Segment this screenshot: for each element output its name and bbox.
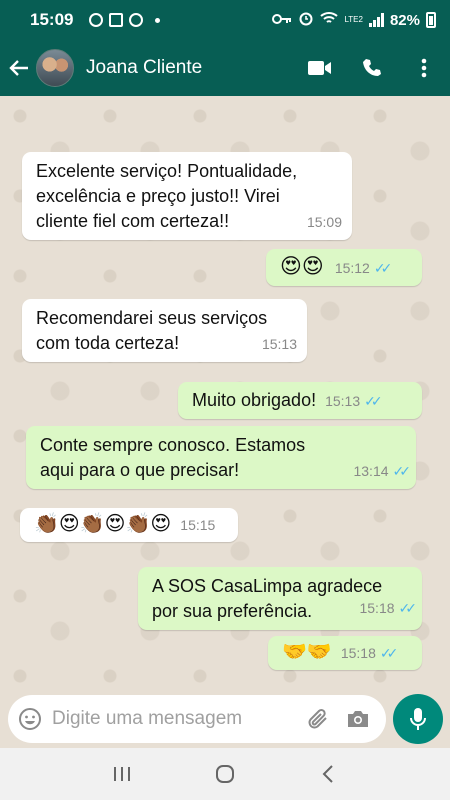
message-text: Conte sempre conosco. Estamos aqui para … bbox=[40, 435, 306, 480]
key-icon bbox=[272, 12, 292, 29]
back-icon bbox=[322, 765, 334, 783]
menu-button[interactable] bbox=[398, 40, 450, 96]
chat-header: Joana Cliente bbox=[0, 40, 450, 96]
wifi-icon bbox=[320, 11, 339, 29]
message-time: 13:14 ✓✓ bbox=[353, 463, 412, 479]
recents-icon bbox=[113, 767, 130, 781]
recents-button[interactable] bbox=[102, 754, 142, 794]
home-icon bbox=[215, 765, 234, 783]
phone-icon bbox=[363, 59, 381, 76]
nav-back-button[interactable] bbox=[308, 754, 348, 794]
voice-call-button[interactable] bbox=[346, 40, 398, 96]
read-ticks-icon: ✓✓ bbox=[398, 600, 418, 616]
home-button[interactable] bbox=[205, 754, 245, 794]
arrow-left-icon bbox=[9, 60, 28, 76]
read-ticks-icon: ✓✓ bbox=[379, 645, 399, 661]
message-text: 👏🏾😍👏🏾😍👏🏾😍 bbox=[34, 513, 172, 535]
message-bubble-incoming[interactable]: Excelente serviço! Pontualidade, excelên… bbox=[22, 152, 352, 240]
read-ticks-icon: ✓✓ bbox=[364, 393, 383, 409]
paperclip-icon bbox=[308, 709, 327, 729]
status-left: 15:09 bbox=[30, 10, 161, 30]
battery-icon bbox=[426, 12, 436, 28]
message-time: 15:18 ✓✓ bbox=[359, 600, 418, 616]
message-time: 15:18 ✓✓ bbox=[340, 645, 399, 661]
message-time: 15:09 bbox=[306, 214, 342, 230]
chat-area[interactable]: Excelente serviço! Pontualidade, excelên… bbox=[0, 96, 450, 690]
message-bubble-outgoing[interactable]: 😍😍 15:12 ✓✓ bbox=[266, 249, 422, 286]
camera-icon bbox=[348, 711, 368, 727]
gallery-notification-icon bbox=[109, 13, 124, 27]
camera-button[interactable] bbox=[338, 695, 378, 743]
status-bar: 15:09 LTE2 82% bbox=[0, 0, 450, 40]
message-text: Excelente serviço! Pontualidade, excelên… bbox=[36, 161, 298, 231]
contact-name[interactable]: Joana Cliente bbox=[86, 57, 202, 79]
message-text: Muito obrigado! bbox=[192, 390, 317, 410]
status-time: 15:09 bbox=[30, 10, 74, 29]
more-notifications-icon bbox=[155, 17, 161, 23]
system-nav-bar bbox=[0, 748, 450, 800]
message-bubble-outgoing[interactable]: A SOS CasaLimpa agradece por sua preferê… bbox=[138, 567, 422, 630]
chrome-notification-icon bbox=[89, 13, 104, 27]
message-bubble-incoming[interactable]: 👏🏾😍👏🏾😍👏🏾😍 15:15 bbox=[20, 508, 238, 542]
message-bubble-outgoing[interactable]: Muito obrigado! 15:13 ✓✓ bbox=[178, 382, 422, 419]
message-bubble-outgoing[interactable]: 🤝🤝 15:18 ✓✓ bbox=[268, 636, 422, 670]
emoji-icon bbox=[19, 708, 41, 730]
message-composer bbox=[8, 695, 386, 743]
mic-button[interactable] bbox=[393, 694, 443, 744]
mic-icon bbox=[410, 708, 426, 730]
message-bubble-outgoing[interactable]: Conte sempre conosco. Estamos aqui para … bbox=[26, 426, 416, 489]
emoji-button[interactable] bbox=[8, 695, 52, 743]
message-time: 15:13 ✓✓ bbox=[325, 393, 383, 409]
attach-button[interactable] bbox=[298, 695, 338, 743]
more-vert-icon bbox=[421, 58, 427, 78]
message-input[interactable] bbox=[52, 708, 292, 730]
message-text: 🤝🤝 bbox=[282, 641, 332, 663]
message-time: 15:12 ✓✓ bbox=[334, 260, 393, 276]
message-time: 15:15 bbox=[180, 517, 216, 533]
message-text: 😍😍 bbox=[280, 255, 324, 278]
video-call-icon bbox=[308, 61, 331, 75]
app-notification-icon bbox=[129, 13, 144, 27]
message-bubble-incoming[interactable]: Recomendarei seus serviços com toda cert… bbox=[22, 299, 307, 362]
avatar[interactable] bbox=[36, 49, 74, 87]
signal-icon bbox=[368, 13, 384, 27]
input-bar bbox=[0, 690, 450, 748]
back-button[interactable] bbox=[2, 40, 36, 96]
status-right: LTE2 82% bbox=[272, 10, 436, 30]
header-actions bbox=[294, 40, 450, 96]
message-text: Recomendarei seus serviços com toda cert… bbox=[36, 308, 268, 353]
video-call-button[interactable] bbox=[294, 40, 346, 96]
read-ticks-icon: ✓✓ bbox=[392, 463, 412, 479]
battery-percent: 82% bbox=[389, 11, 420, 29]
read-ticks-icon: ✓✓ bbox=[373, 260, 393, 276]
network-label: LTE2 bbox=[344, 15, 363, 24]
alarm-icon bbox=[298, 10, 314, 30]
message-time: 15:13 bbox=[261, 336, 297, 352]
